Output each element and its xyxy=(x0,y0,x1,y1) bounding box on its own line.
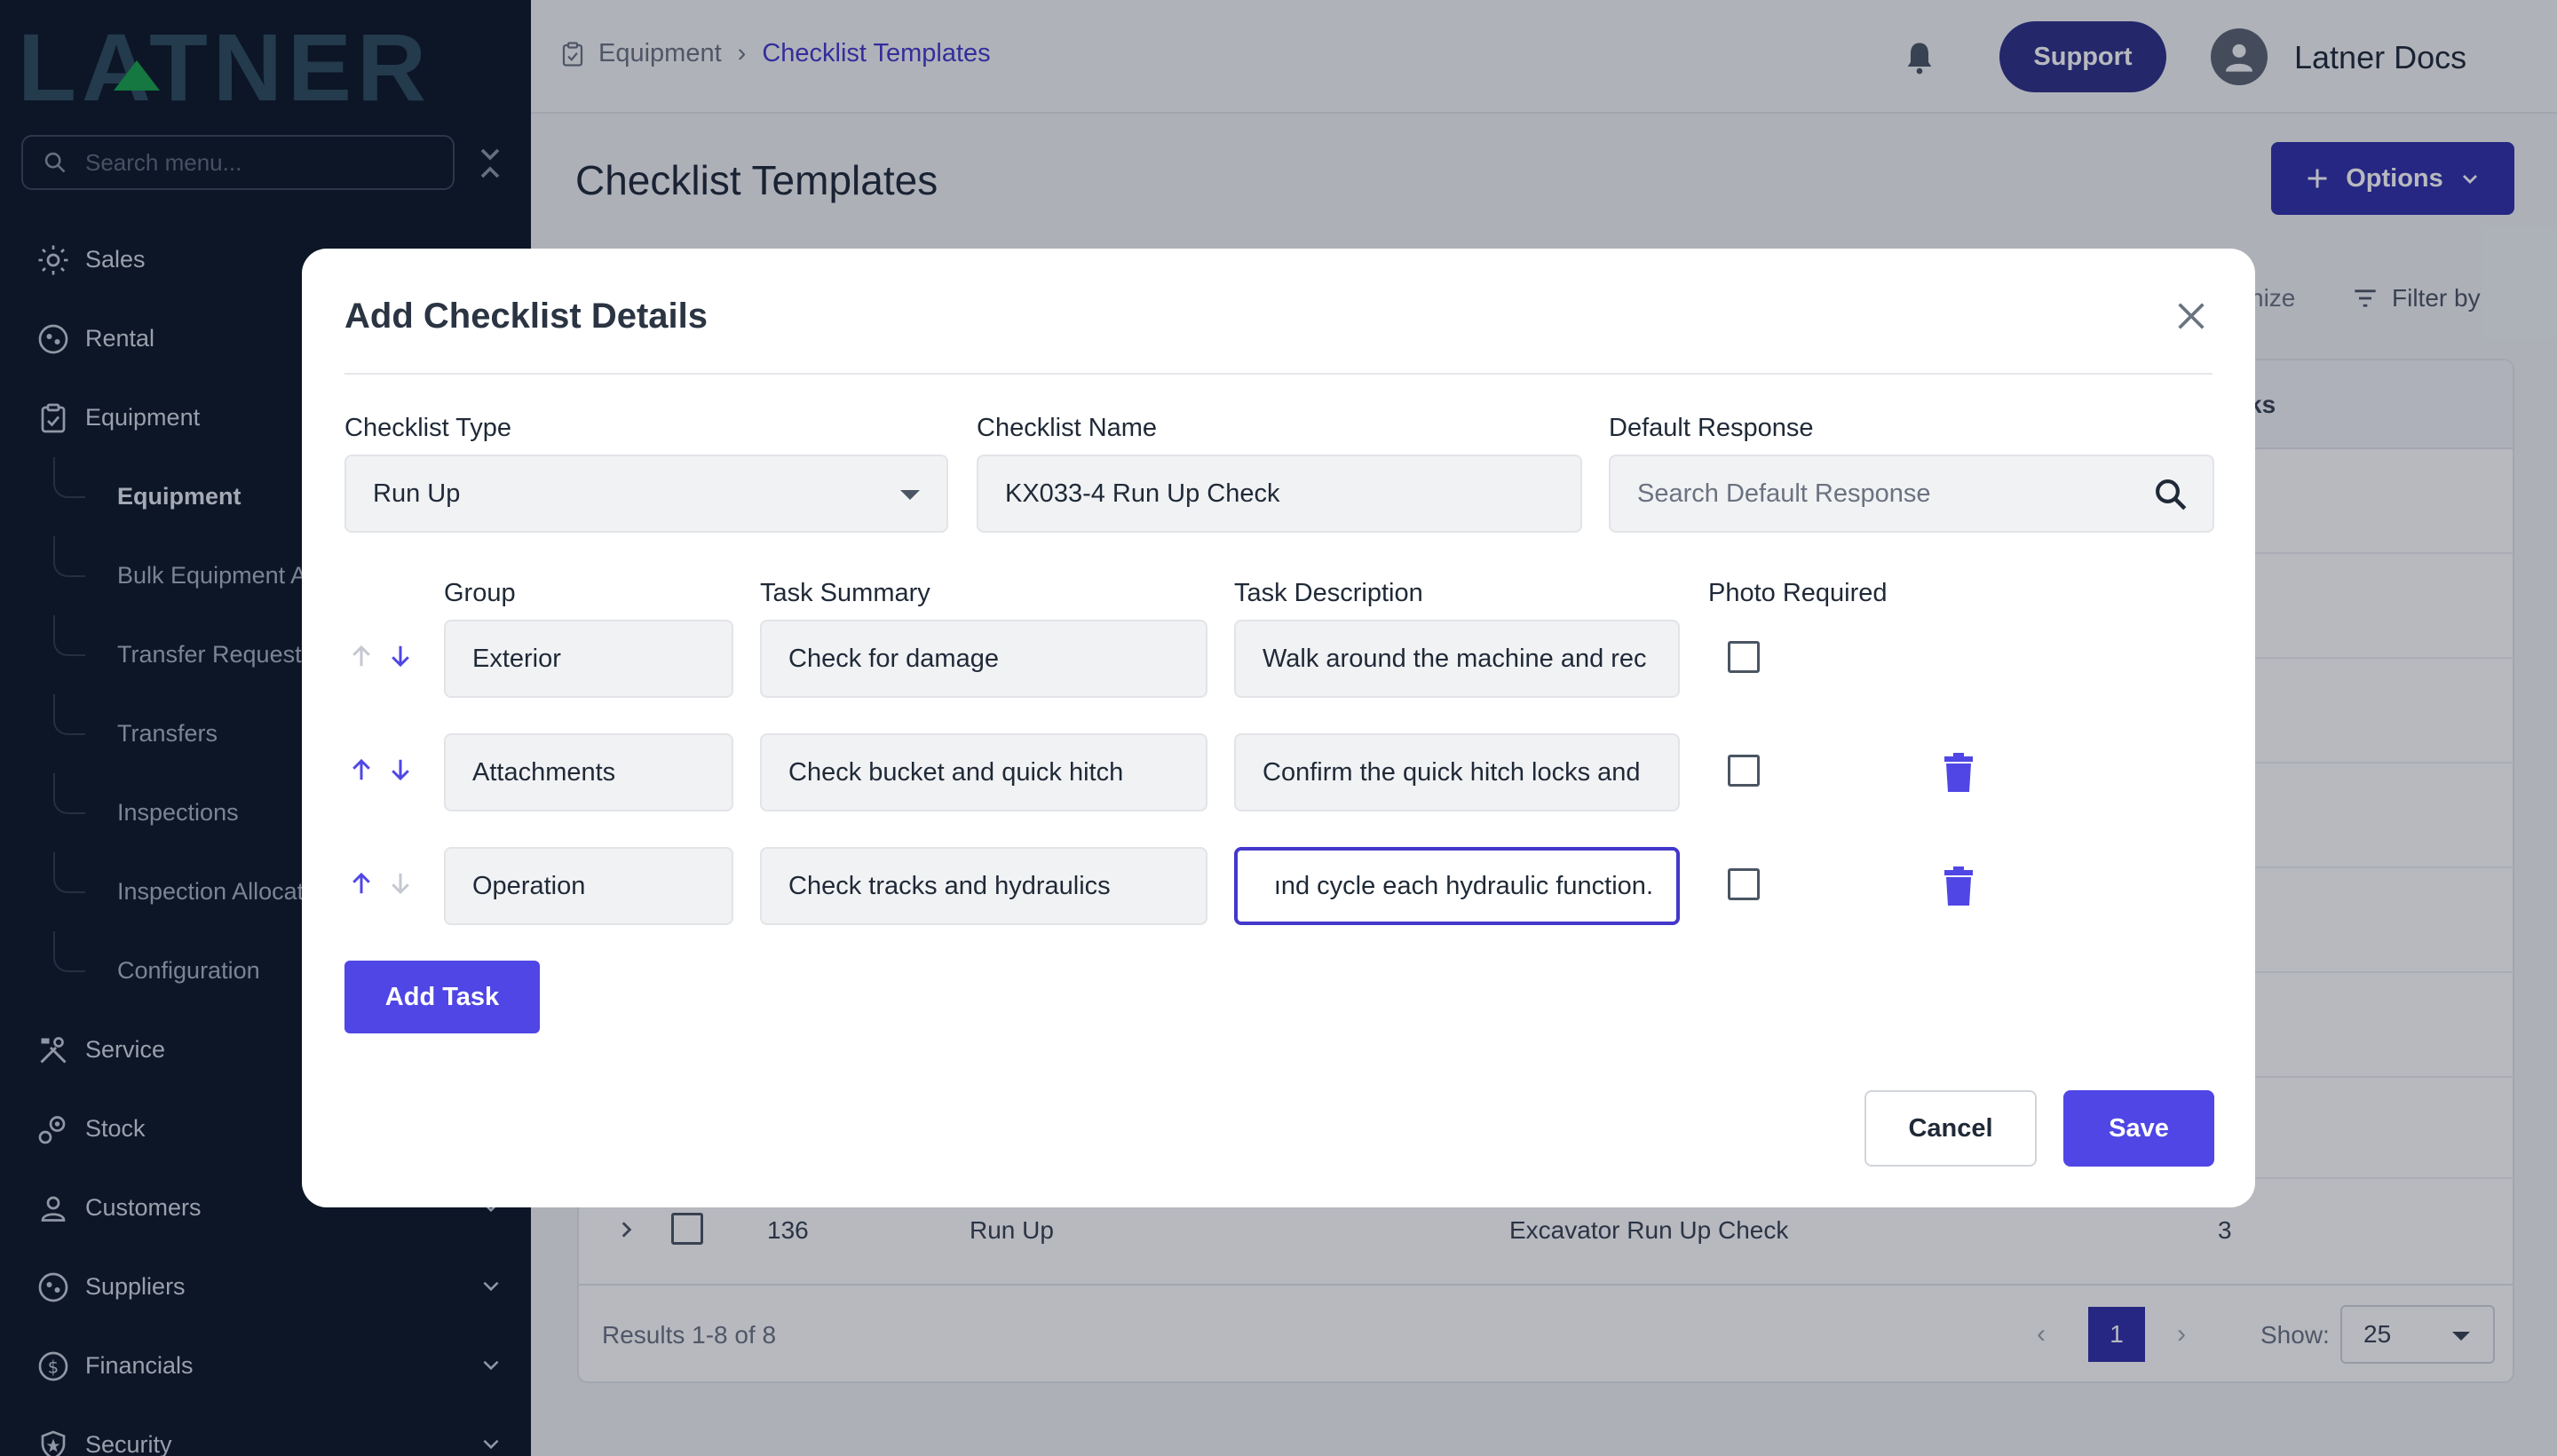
arrow-down-icon xyxy=(392,873,409,895)
column-header-task-summary: Task Summary xyxy=(760,579,930,607)
column-header-task-description: Task Description xyxy=(1234,579,1423,607)
caret-down-icon xyxy=(900,490,920,500)
checklist-name-input[interactable]: KX033-4 Run Up Check xyxy=(977,455,1582,533)
checklist-type-select[interactable]: Run Up xyxy=(344,455,948,533)
arrow-up-icon[interactable] xyxy=(348,756,375,783)
default-response-label: Default Response xyxy=(1609,414,1814,442)
arrow-down-icon[interactable] xyxy=(387,643,414,669)
close-icon[interactable] xyxy=(2173,298,2209,334)
photo-required-checkbox[interactable] xyxy=(1728,868,1760,900)
task-group-input[interactable]: Exterior xyxy=(444,620,733,698)
photo-required-checkbox[interactable] xyxy=(1728,641,1760,673)
arrow-up-icon xyxy=(352,645,370,667)
default-response-search-input[interactable]: Search Default Response xyxy=(1609,455,2214,533)
task-group-input[interactable]: Attachments xyxy=(444,733,733,811)
task-reorder-controls xyxy=(348,870,414,897)
task-summary-input[interactable]: Check tracks and hydraulics xyxy=(760,847,1207,925)
default-response-placeholder: Search Default Response xyxy=(1637,479,1931,508)
checklist-type-label: Checklist Type xyxy=(344,414,512,442)
column-header-group: Group xyxy=(444,579,516,607)
task-summary-input[interactable]: Check bucket and quick hitch xyxy=(760,733,1207,811)
search-icon[interactable] xyxy=(2152,476,2189,513)
task-description-input-focused[interactable]: ınd cycle each hydraulic function. xyxy=(1234,847,1680,925)
task-description-input[interactable]: Confirm the quick hitch locks and xyxy=(1234,733,1680,811)
dialog-title: Add Checklist Details xyxy=(344,297,709,336)
checklist-type-value: Run Up xyxy=(373,479,461,508)
task-group-input[interactable]: Operation xyxy=(444,847,733,925)
checklist-name-label: Checklist Name xyxy=(977,414,1158,442)
trash-icon[interactable] xyxy=(1941,753,1976,792)
arrow-up-icon[interactable] xyxy=(348,870,375,897)
task-summary-input[interactable]: Check for damage xyxy=(760,620,1207,698)
photo-required-checkbox[interactable] xyxy=(1728,755,1760,787)
column-header-photo-required: Photo Required xyxy=(1708,579,1888,607)
task-description-input[interactable]: Walk around the machine and rec xyxy=(1234,620,1680,698)
cancel-button[interactable]: Cancel xyxy=(1864,1090,2037,1167)
task-reorder-controls xyxy=(348,643,414,669)
arrow-down-icon[interactable] xyxy=(387,756,414,783)
add-checklist-dialog: Add Checklist Details Checklist Type Run… xyxy=(302,249,2255,1207)
save-button[interactable]: Save xyxy=(2063,1090,2214,1167)
task-reorder-controls xyxy=(348,756,414,783)
dialog-divider xyxy=(344,373,2213,375)
add-task-button[interactable]: Add Task xyxy=(344,961,540,1033)
trash-icon[interactable] xyxy=(1941,866,1976,906)
